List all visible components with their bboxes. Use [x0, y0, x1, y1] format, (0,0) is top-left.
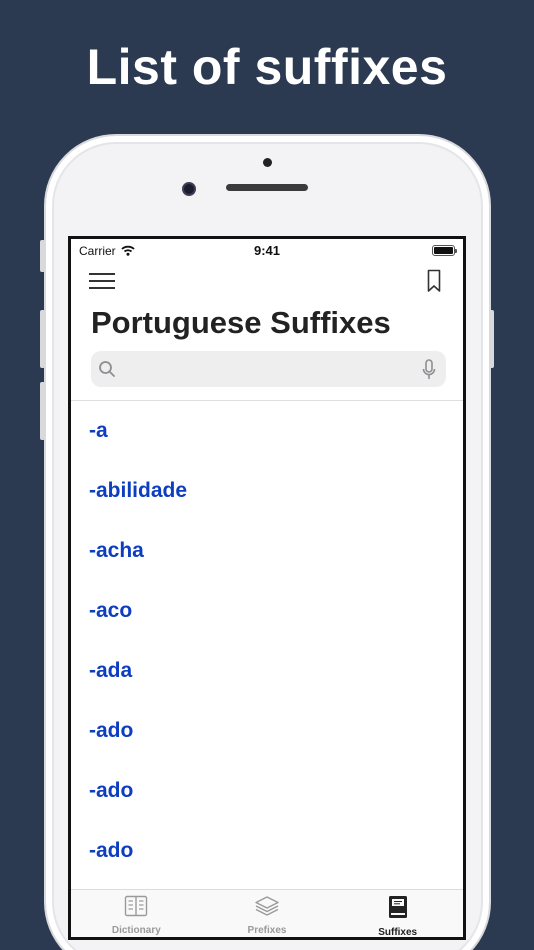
volume-down-button — [40, 382, 45, 440]
front-camera — [182, 182, 196, 196]
bookmark-icon[interactable] — [427, 269, 441, 298]
power-button — [489, 310, 494, 368]
proximity-sensor — [263, 158, 272, 167]
promo-headline: List of suffixes — [86, 39, 448, 95]
status-time: 9:41 — [253, 243, 281, 258]
suffix-list-item[interactable]: -ado — [71, 761, 463, 821]
layers-icon — [254, 895, 280, 922]
suffix-list: -a -abilidade -acha -aco -ada -ado -ado … — [71, 401, 463, 881]
tab-label: Dictionary — [111, 925, 161, 936]
suffix-list-item[interactable]: -acha — [71, 521, 463, 581]
tab-dictionary[interactable]: Dictionary — [71, 890, 202, 937]
tab-label: Suffixes — [378, 927, 418, 938]
tab-label: Prefixes — [247, 925, 287, 936]
hamburger-menu-icon[interactable] — [89, 273, 115, 291]
suffix-list-item[interactable]: -ada — [71, 641, 463, 701]
suffix-list-item[interactable]: -ado — [71, 701, 463, 761]
search-icon — [98, 360, 116, 383]
page-title: Portuguese Suffixes — [91, 305, 391, 340]
tab-suffixes[interactable]: Suffixes — [332, 890, 463, 937]
suffix-list-item[interactable]: -a — [71, 401, 463, 461]
suffix-list-item[interactable]: -aco — [71, 581, 463, 641]
search-bar[interactable] — [91, 351, 446, 387]
tab-prefixes[interactable]: Prefixes — [202, 890, 333, 937]
battery-icon — [432, 245, 457, 256]
suffix-list-item[interactable]: -abilidade — [71, 461, 463, 521]
suffix-list-item[interactable]: -ado — [71, 821, 463, 881]
tab-bar: Dictionary Prefixes Suffixes — [71, 889, 463, 937]
app-screen: Carrier 9:41 Portuguese Suffixes -a -abi… — [68, 236, 466, 940]
status-bar: Carrier 9:41 — [71, 239, 463, 261]
volume-up-button — [40, 310, 45, 368]
microphone-icon[interactable] — [422, 359, 436, 386]
book-columns-icon — [124, 895, 148, 922]
book-icon — [388, 895, 408, 924]
earpiece-speaker — [226, 184, 308, 191]
search-input[interactable] — [123, 351, 403, 387]
mute-switch — [40, 240, 45, 272]
